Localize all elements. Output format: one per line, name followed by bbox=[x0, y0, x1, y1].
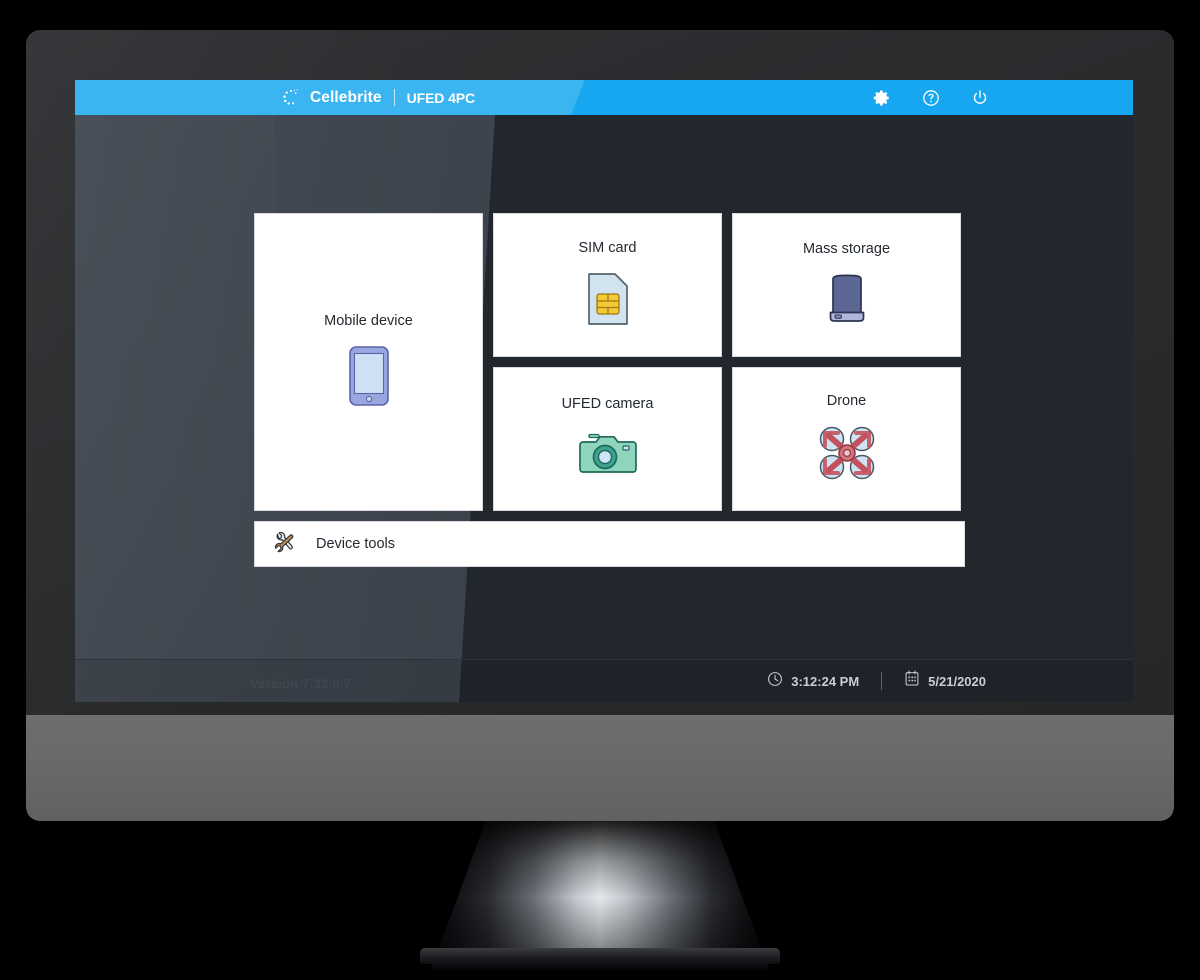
tile-mobile-device[interactable]: Mobile device bbox=[254, 213, 483, 511]
monitor-chin bbox=[26, 715, 1174, 821]
status-divider bbox=[881, 672, 883, 690]
tile-label: Mobile device bbox=[324, 312, 413, 329]
tile-row: Mobile device SIM card Mass storage UFED… bbox=[254, 213, 965, 511]
tile-label: UFED camera bbox=[561, 395, 654, 412]
status-time: 3:12:24 PM bbox=[791, 673, 860, 689]
monitor-stand-base-shadow bbox=[432, 962, 768, 971]
status-date-group: 5/21/2020 bbox=[904, 670, 986, 692]
tile-sim-card[interactable]: SIM card bbox=[493, 213, 722, 357]
quadcopter-drone-icon bbox=[818, 425, 876, 486]
version-text: Version 7.33.0.7 bbox=[250, 676, 351, 691]
question-circle-icon[interactable] bbox=[922, 89, 940, 107]
device-tools-button[interactable]: Device tools bbox=[254, 521, 965, 567]
power-icon[interactable] bbox=[971, 89, 989, 107]
external-hard-drive-icon bbox=[821, 273, 873, 330]
product-name: UFED 4PC bbox=[406, 89, 476, 106]
brand-divider bbox=[393, 89, 395, 106]
tile-row: SIM card Mass storage bbox=[493, 213, 961, 357]
screen-glare-soft bbox=[75, 115, 275, 702]
status-time-group: 3:12:24 PM bbox=[767, 671, 859, 692]
right-tile-column: SIM card Mass storage UFED camera Drone bbox=[493, 213, 961, 511]
monitor: Cellebrite UFED 4PC Mobile device SIM ca… bbox=[26, 30, 1174, 720]
screen: Cellebrite UFED 4PC Mobile device SIM ca… bbox=[75, 80, 1133, 702]
hammer-wrench-icon bbox=[274, 530, 300, 559]
sim-card-icon bbox=[585, 272, 631, 331]
monitor-stand-neck bbox=[437, 821, 763, 953]
tile-label: SIM card bbox=[578, 239, 637, 256]
tile-label: Mass storage bbox=[802, 240, 891, 257]
tile-ufed-camera[interactable]: UFED camera bbox=[493, 367, 722, 511]
device-tools-label: Device tools bbox=[316, 536, 395, 552]
header-actions bbox=[873, 80, 989, 115]
gear-icon[interactable] bbox=[873, 89, 891, 107]
source-selection-grid: Mobile device SIM card Mass storage UFED… bbox=[254, 213, 965, 567]
screen-body: Mobile device SIM card Mass storage UFED… bbox=[75, 115, 1133, 702]
status-bar: Version 7.33.0.7 3:12:24 PM 5/21/2020 bbox=[75, 659, 1133, 702]
cellebrite-dots-logo-icon bbox=[281, 88, 301, 108]
camera-icon bbox=[578, 428, 637, 483]
status-date: 5/21/2020 bbox=[928, 673, 986, 689]
smartphone-icon bbox=[347, 345, 391, 412]
tile-mass-storage[interactable]: Mass storage bbox=[732, 213, 961, 357]
tile-drone[interactable]: Drone bbox=[732, 367, 961, 511]
brand-name: Cellebrite bbox=[309, 88, 382, 106]
calendar-icon bbox=[904, 670, 920, 692]
brand: Cellebrite UFED 4PC bbox=[281, 80, 475, 115]
app-header: Cellebrite UFED 4PC bbox=[75, 80, 1133, 115]
tile-row: UFED camera Drone bbox=[493, 367, 961, 511]
clock-icon bbox=[767, 671, 783, 692]
tile-label: Drone bbox=[826, 392, 867, 409]
